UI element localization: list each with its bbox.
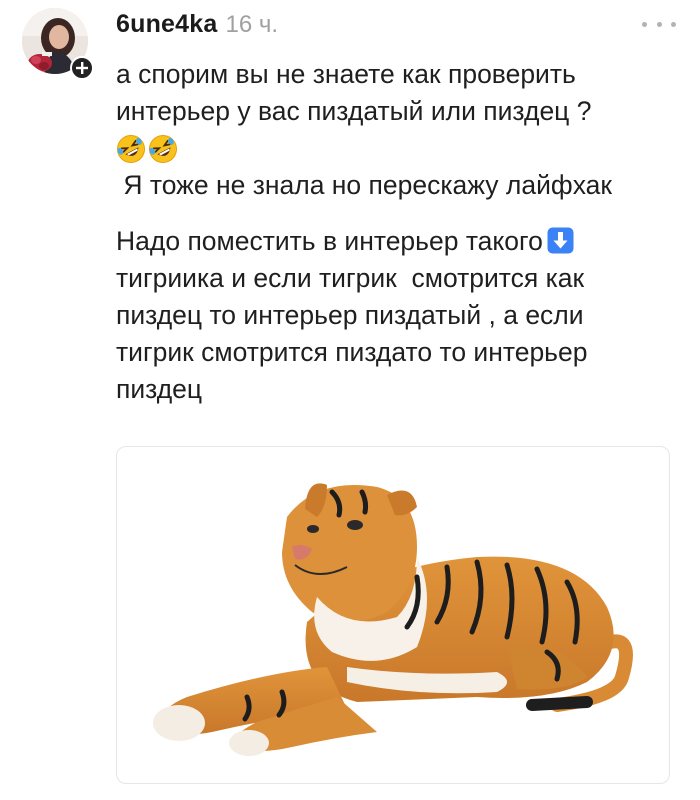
post-text-fragment: Надо поместить в интерьер такого: [116, 226, 543, 256]
post-paragraph-2: Надо поместить в интерьер такого тигриик…: [116, 223, 682, 408]
post: 6une4ka 16 ч. а спорим вы не знаете как …: [0, 0, 700, 800]
post-text-line: пиздец: [116, 374, 203, 404]
tiger-plush-image: [153, 483, 633, 756]
more-dots-icon: [642, 21, 647, 27]
emoji-row: [116, 130, 682, 167]
post-header: 6une4ka 16 ч.: [116, 10, 278, 42]
post-text-line: тигриика и если тигрик смотрится как: [116, 263, 585, 293]
more-dots-icon: [671, 21, 676, 27]
post-image[interactable]: [116, 446, 670, 784]
post-timestamp: 16 ч.: [225, 11, 279, 38]
post-text-line: тигрик смотрится пиздато то интерьер: [116, 337, 588, 367]
more-options-button[interactable]: [642, 14, 676, 34]
down-arrow-icon: [547, 227, 574, 254]
post-text-line: интерьер у вас пиздатый или пиздец ?: [116, 96, 592, 126]
post-text-line: Надо поместить в интерьер такого: [116, 223, 682, 260]
post-text-line: а спорим вы не знаете как проверить: [116, 59, 576, 89]
plus-icon: [76, 62, 88, 74]
rolling-on-floor-laughing-icon: [117, 134, 145, 163]
follow-button[interactable]: [70, 56, 94, 80]
post-text-line: пиздец то интерьер пиздатый , а если: [116, 300, 584, 330]
rolling-on-floor-laughing-icon: [149, 134, 177, 163]
post-body: а спорим вы не знаете как проверить инте…: [116, 56, 682, 408]
avatar-container[interactable]: [22, 8, 94, 80]
post-text-line: Я тоже не знала но перескажу лайфхак: [116, 170, 612, 200]
username[interactable]: 6une4ka: [116, 10, 217, 39]
more-dots-icon: [656, 21, 662, 27]
